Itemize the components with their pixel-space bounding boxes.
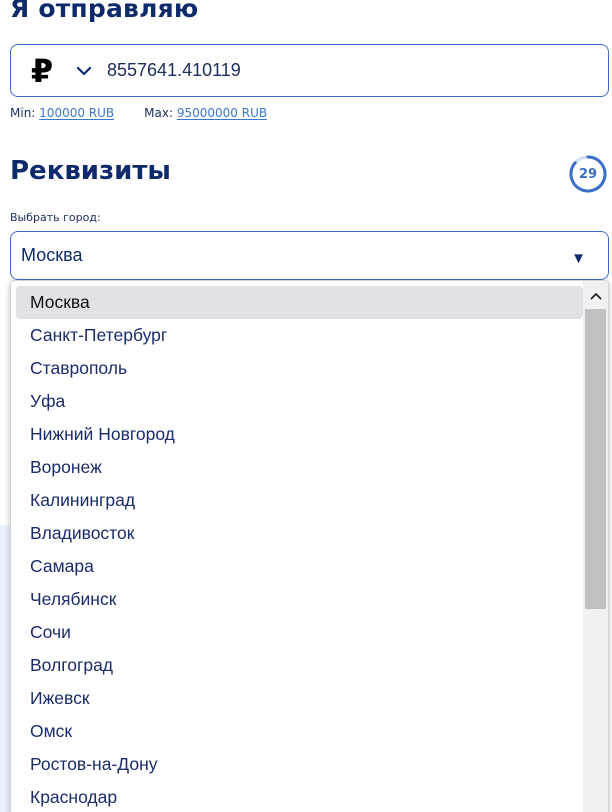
city-option[interactable]: Уфа xyxy=(16,385,583,418)
amount-input-group: ₽ 8557641.410119 xyxy=(10,44,609,97)
city-dropdown-list[interactable]: Москва Санкт-Петербург Ставрополь Уфа Нижний… xyxy=(10,280,609,812)
city-option[interactable]: Ижевск xyxy=(16,682,583,715)
city-option[interactable]: Владивосток xyxy=(16,517,583,550)
city-option[interactable]: Санкт-Петербург xyxy=(16,319,583,352)
city-option[interactable]: Калининград xyxy=(16,484,583,517)
exchange-form-page: Я отправляю ₽ 8557641.410119 Min: 100000… xyxy=(0,0,612,812)
city-option[interactable]: Челябинск xyxy=(16,583,583,616)
amount-limits: Min: 100000 RUB Max: 95000000 RUB xyxy=(10,106,267,120)
city-option[interactable]: Волгоград xyxy=(16,649,583,682)
city-option[interactable]: Самара xyxy=(16,550,583,583)
send-section-title: Я отправляю xyxy=(10,0,199,23)
amount-input[interactable]: 8557641.410119 xyxy=(107,60,241,81)
city-option[interactable]: Москва xyxy=(16,286,583,319)
city-label: Выбрать город: xyxy=(10,211,101,224)
scroll-thumb[interactable] xyxy=(585,309,606,609)
city-option[interactable]: Омск xyxy=(16,715,583,748)
min-limit: Min: 100000 RUB xyxy=(10,106,114,120)
chevron-down-icon[interactable] xyxy=(69,45,99,96)
city-option[interactable]: Нижний Новгород xyxy=(16,418,583,451)
timer-value: 29 xyxy=(578,166,598,182)
max-label: Max: xyxy=(144,106,174,120)
dropdown-scrollbar[interactable] xyxy=(583,281,608,812)
dropdown-arrow-icon: ▼ xyxy=(571,250,586,267)
requisites-title: Реквизиты xyxy=(10,156,171,186)
max-limit-link[interactable]: 95000000 RUB xyxy=(177,106,267,120)
ruble-icon[interactable]: ₽ xyxy=(11,45,69,96)
city-option[interactable]: Сочи xyxy=(16,616,583,649)
min-label: Min: xyxy=(10,106,36,120)
city-option[interactable]: Ставрополь xyxy=(16,352,583,385)
max-limit: Max: 95000000 RUB xyxy=(144,106,267,120)
min-limit-link[interactable]: 100000 RUB xyxy=(39,106,114,120)
background-panel xyxy=(0,525,10,812)
city-select-value: Москва xyxy=(21,245,83,265)
scroll-up-icon[interactable] xyxy=(583,285,608,307)
city-option[interactable]: Краснодар xyxy=(16,781,583,812)
city-option[interactable]: Воронеж xyxy=(16,451,583,484)
countdown-timer: 29 xyxy=(568,154,608,194)
city-option[interactable]: Ростов-на-Дону xyxy=(16,748,583,781)
city-select[interactable]: Москва ▼ xyxy=(10,231,609,280)
city-options: Москва Санкт-Петербург Ставрополь Уфа Нижний… xyxy=(11,286,583,812)
